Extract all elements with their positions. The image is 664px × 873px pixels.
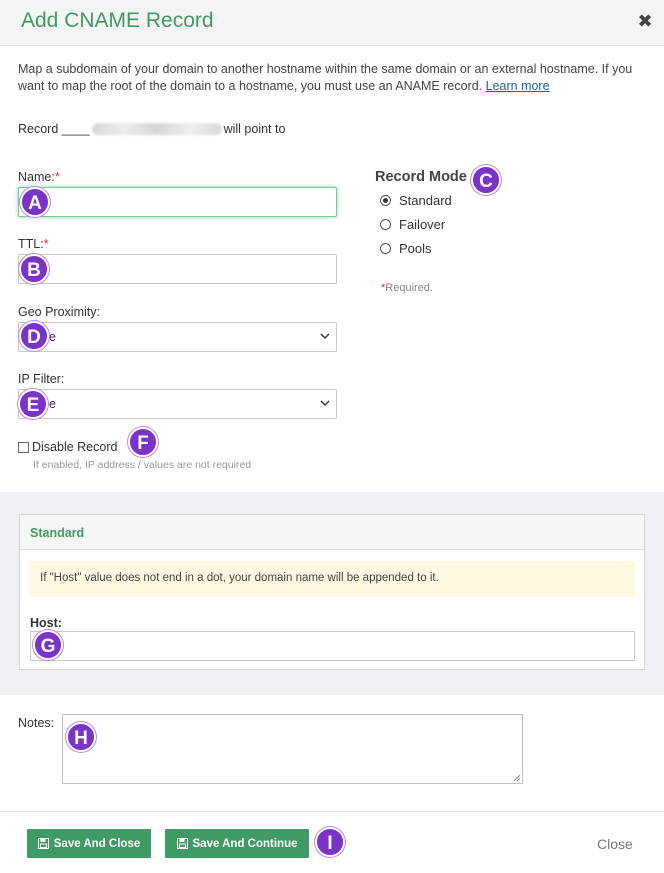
ttl-input[interactable] — [18, 254, 337, 284]
footer-divider — [0, 811, 664, 812]
record-mode-title: Record Mode — [375, 169, 467, 185]
notes-textarea[interactable] — [62, 714, 523, 784]
ip-filter-label: IP Filter: — [18, 372, 65, 386]
badge-b: B — [19, 254, 49, 284]
ip-filter-value: e — [49, 397, 56, 411]
radio-label-failover: Failover — [399, 216, 446, 232]
close-button[interactable]: Close — [597, 836, 633, 852]
disable-record-row[interactable]: Disable Record — [18, 440, 117, 454]
chevron-down-icon — [320, 333, 330, 339]
learn-more-link[interactable]: Learn more — [486, 79, 550, 93]
standard-panel: Standard If "Host" value does not end in… — [19, 514, 645, 670]
ttl-label: TTL:* — [18, 237, 49, 251]
save-and-continue-label: Save And Continue — [192, 837, 298, 850]
badge-a: A — [20, 187, 50, 217]
geo-proximity-label: Geo Proximity: — [18, 305, 100, 319]
badge-e: E — [18, 389, 48, 419]
host-label: Host: — [30, 616, 62, 630]
resize-grip-icon[interactable] — [513, 774, 521, 782]
dialog-title: Add CNAME Record — [21, 9, 214, 32]
dialog-description: Map a subdomain of your domain to anothe… — [18, 61, 658, 95]
save-disk-icon — [176, 838, 188, 849]
close-icon[interactable]: ✖ — [636, 12, 654, 30]
dialog-header: Add CNAME Record ✖ — [0, 0, 664, 46]
radio-pools[interactable]: Pools — [380, 240, 432, 256]
save-and-close-button[interactable]: Save And Close — [27, 829, 151, 858]
record-prefix: Record ____ — [18, 122, 90, 136]
geo-proximity-select[interactable]: e — [18, 322, 337, 352]
host-input[interactable] — [30, 631, 635, 661]
standard-panel-header: Standard — [20, 515, 644, 550]
ip-filter-select[interactable]: e — [18, 389, 337, 419]
record-suffix: will point to — [223, 122, 286, 136]
badge-c: C — [471, 165, 501, 195]
host-warning: If "Host" value does not end in a dot, y… — [30, 561, 635, 597]
geo-proximity-value: e — [49, 330, 56, 344]
radio-failover[interactable]: Failover — [380, 216, 445, 232]
radio-checked-icon[interactable] — [380, 194, 391, 206]
badge-h: H — [66, 722, 96, 752]
save-and-close-label: Save And Close — [53, 837, 141, 850]
radio-label-standard: Standard — [399, 192, 452, 208]
required-star: * — [54, 170, 60, 184]
badge-i: I — [315, 827, 345, 857]
disable-record-label: Disable Record — [32, 440, 118, 454]
radio-icon[interactable] — [380, 218, 391, 230]
radio-standard[interactable]: Standard — [380, 192, 452, 208]
name-input[interactable] — [18, 187, 337, 217]
badge-g: G — [33, 630, 63, 660]
badge-f: F — [128, 427, 158, 457]
name-label: Name:* — [18, 170, 60, 184]
notes-label: Notes: — [18, 716, 55, 730]
radio-icon[interactable] — [380, 242, 391, 254]
save-and-continue-button[interactable]: Save And Continue — [165, 829, 309, 858]
standard-panel-title: Standard — [30, 526, 85, 540]
required-star: * — [43, 237, 49, 251]
radio-label-pools: Pools — [399, 240, 432, 256]
badge-d: D — [19, 321, 49, 351]
disable-record-checkbox[interactable] — [18, 441, 29, 453]
disable-record-hint: If enabled, IP address / values are not … — [33, 459, 252, 471]
save-disk-icon — [37, 838, 49, 849]
required-note: *Required. — [381, 282, 433, 294]
chevron-down-icon — [320, 400, 330, 406]
record-summary: Record ____ will point to — [18, 122, 285, 136]
redacted-domain — [91, 123, 222, 135]
